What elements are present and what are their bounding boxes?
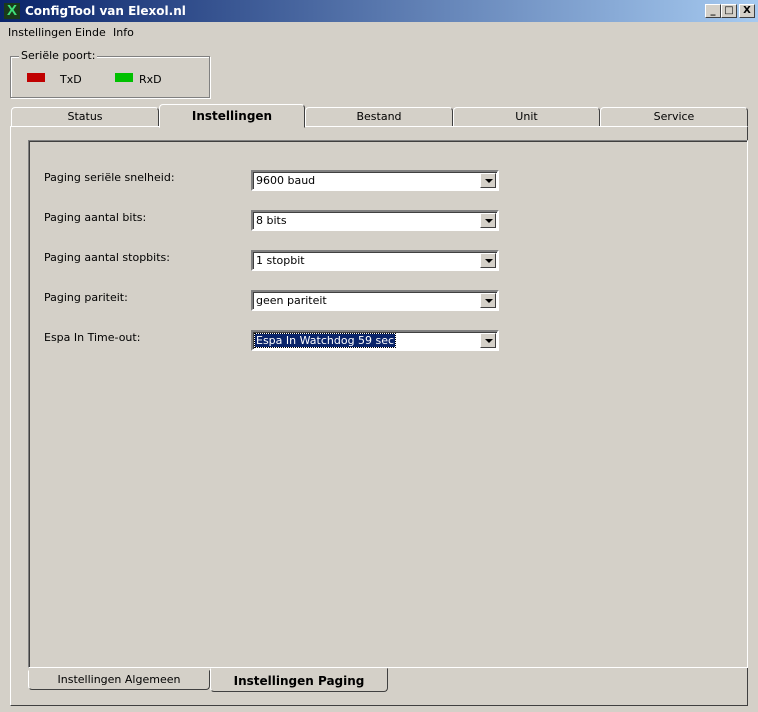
serial-port-group: Seriële poort: TxD RxD [10, 49, 210, 98]
baud-rate-value: 9600 baud [256, 174, 316, 187]
data-bits-value: 8 bits [256, 214, 287, 227]
tab-status[interactable]: Status [11, 107, 159, 127]
stop-bits-value: 1 stopbit [256, 254, 305, 267]
chevron-down-icon[interactable] [480, 293, 496, 308]
data-bits-select[interactable]: 8 bits [251, 210, 499, 231]
rxd-indicator [115, 73, 133, 82]
window-title: ConfigTool van Elexol.nl [25, 4, 186, 18]
chevron-down-icon[interactable] [480, 213, 496, 228]
chevron-down-icon[interactable] [480, 333, 496, 348]
baud-rate-label: Paging seriële snelheid: [44, 171, 175, 184]
menu-info[interactable]: Info [113, 26, 134, 39]
close-button[interactable]: X [739, 4, 755, 18]
tab-unit[interactable]: Unit [453, 107, 600, 127]
tab-service[interactable]: Service [600, 107, 748, 127]
espa-timeout-select[interactable]: Espa In Watchdog 59 sec [251, 330, 499, 351]
tab-bestand[interactable]: Bestand [305, 107, 453, 127]
menu-einde[interactable]: Einde [75, 26, 106, 39]
chevron-down-icon[interactable] [480, 253, 496, 268]
tab-instellingen-algemeen[interactable]: Instellingen Algemeen [28, 670, 210, 690]
menu-instellingen[interactable]: Instellingen [8, 26, 72, 39]
parity-label: Paging pariteit: [44, 291, 128, 304]
title-bar: X ConfigTool van Elexol.nl _ □ X [0, 0, 758, 22]
minimize-button[interactable]: _ [705, 4, 721, 18]
data-bits-label: Paging aantal bits: [44, 211, 147, 224]
stop-bits-label: Paging aantal stopbits: [44, 251, 170, 264]
txd-label: TxD [60, 73, 82, 86]
maximize-button[interactable]: □ [721, 4, 737, 18]
tab-instellingen-paging[interactable]: Instellingen Paging [210, 668, 388, 692]
parity-select[interactable]: geen pariteit [251, 290, 499, 311]
baud-rate-select[interactable]: 9600 baud [251, 170, 499, 191]
tab-instellingen[interactable]: Instellingen [159, 104, 305, 128]
txd-indicator [27, 73, 45, 82]
espa-timeout-label: Espa In Time-out: [44, 331, 141, 344]
rxd-label: RxD [139, 73, 162, 86]
stop-bits-select[interactable]: 1 stopbit [251, 250, 499, 271]
app-icon: X [4, 3, 20, 19]
chevron-down-icon[interactable] [480, 173, 496, 188]
espa-timeout-value: Espa In Watchdog 59 sec [253, 333, 397, 348]
serial-port-legend: Seriële poort: [19, 49, 98, 62]
menu-bar: Instellingen Einde Info [0, 23, 758, 41]
parity-value: geen pariteit [256, 294, 327, 307]
